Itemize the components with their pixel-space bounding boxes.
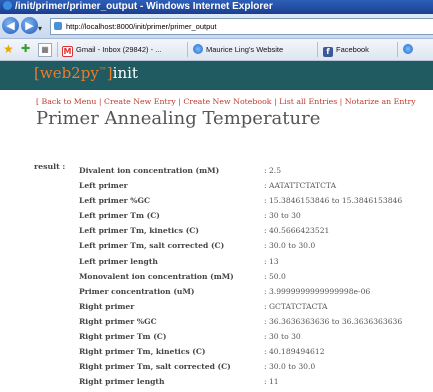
result-value: : 13 [264,256,279,266]
tab-maurice-ling[interactable]: Maurice Ling's Website [193,42,303,57]
list-all-entries-link[interactable]: List all Entries [279,97,337,106]
toolbar-divider [187,42,188,57]
recent-pages-dropdown-icon[interactable]: ▾ [38,24,42,33]
toolbar-divider [317,42,318,57]
result-key: Right primer Tm, kinetics (C) [79,347,206,357]
result-key: Primer concentration (uM) [79,286,195,296]
page-icon [54,22,62,30]
menu-open-bracket: [ [36,97,40,106]
result-value: : 40.189494612 [264,347,325,357]
result-value: : 30 to 30 [264,211,301,221]
logo-tm: ™ [98,66,107,75]
result-value: : GCTATCTACTA [264,301,328,311]
menu-separator: | [271,97,280,106]
back-button[interactable]: ◀ [2,17,19,34]
result-key: Left primer length [79,256,158,266]
tab-facebook[interactable]: f Facebook [323,42,393,57]
result-key: Left primer [79,181,128,191]
result-label: result : [34,162,66,171]
forward-button[interactable]: ▶ [21,17,38,34]
result-key: Divalent ion concentration (mM) [79,166,220,175]
facebook-icon: f [323,47,333,57]
ie-page-icon [403,44,413,54]
result-value: : 30.0 to 30.0 [264,241,316,251]
result-key: Monovalent ion concentration (mM) [79,271,234,281]
result-key: Right primer Tm (C) [79,332,167,342]
result-key: Left primer Tm, salt corrected (C) [79,241,225,251]
ie-page-icon [193,44,203,54]
result-key: Left primer %GC [79,196,151,206]
action-menu: [ Back to Menu | Create New Entry | Crea… [36,97,416,106]
navigation-bar: ◀ ▶ ▾ http://localhost:8000/init/primer/… [0,14,433,39]
toolbar-divider [57,42,58,57]
window-title: /init/primer/primer_output - Windows Int… [15,1,273,12]
result-key: Left primer Tm, kinetics (C) [79,226,199,236]
ie-logo-icon [3,1,12,10]
tab-maurice-label: Maurice Ling's Website [206,45,284,54]
result-value: : 11 [264,377,279,387]
result-key: Right primer [79,301,135,311]
result-value: : 36.3636363636 to 36.3636363636 [264,316,403,326]
address-bar[interactable]: http://localhost:8000/init/primer/primer… [50,18,433,35]
app-header: [web2py™]init [0,61,433,90]
menu-separator: | [96,97,105,106]
web2py-logo[interactable]: [web2py™]init [34,64,138,82]
tab-partial[interactable] [403,42,433,57]
result-key: Left primer Tm (C) [79,211,160,221]
result-value: : 3.9999999999999998e-06 [264,286,371,296]
quick-tabs-button[interactable]: ▦ [38,43,52,57]
tab-gmail[interactable]: M Gmail - Inbox (29842) - ... [62,42,184,57]
page-title: Primer Annealing Temperature [36,108,321,129]
result-value: : 40.5666423521 [264,226,330,236]
result-key: Right primer Tm, salt corrected (C) [79,362,231,372]
logo-brand: [web2py [34,64,99,82]
favorites-bar: ★ ✚ ▦ M Gmail - Inbox (29842) - ... Mauri… [0,39,433,61]
result-value: : 2.5 [264,166,282,175]
result-key: Right primer %GC [79,316,157,326]
gmail-icon: M [62,46,73,57]
toolbar-divider [397,42,398,57]
result-key: Right primer length [79,377,165,387]
logo-app: init [112,64,138,82]
tab-gmail-label: Gmail - Inbox (29842) - ... [76,45,162,54]
result-value: : 30 to 30 [264,332,301,342]
add-favorite-icon[interactable]: ✚ [21,42,30,56]
result-value: : AATATTCTATCTA [264,181,337,191]
window-title-bar: /init/primer/primer_output - Windows Int… [0,0,433,14]
address-url: http://localhost:8000/init/primer/primer… [66,22,217,31]
create-new-entry-link[interactable]: Create New Entry [104,97,176,106]
favorites-star-icon[interactable]: ★ [3,42,14,56]
notarize-entry-link[interactable]: Notarize an Entry [345,97,416,106]
tab-facebook-label: Facebook [336,45,369,54]
menu-separator: | [337,97,345,106]
result-value: : 15.3846153846 to 15.3846153846 [264,196,403,206]
create-new-notebook-link[interactable]: Create New Notebook [183,97,271,106]
result-value: : 30.0 to 30.0 [264,362,316,372]
result-value: : 50.0 [264,271,286,281]
back-to-menu-link[interactable]: Back to Menu [42,97,97,106]
